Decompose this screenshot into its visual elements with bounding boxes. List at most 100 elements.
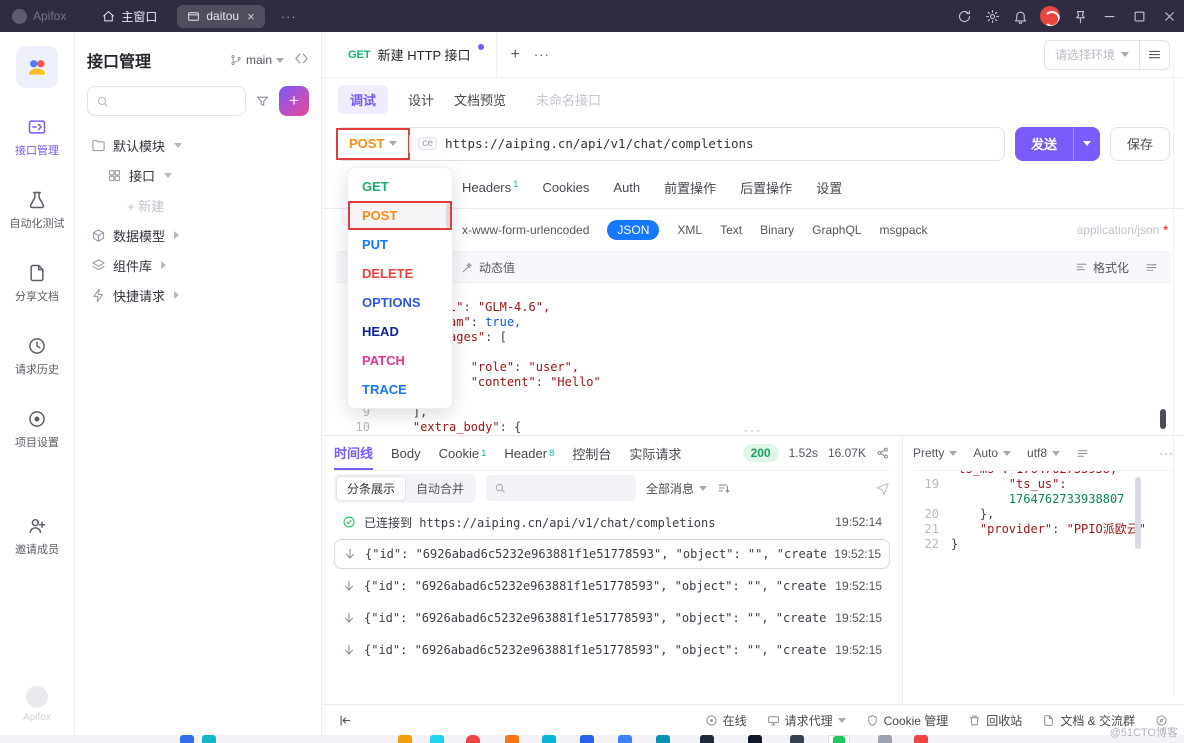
timeline-entry-connected[interactable]: 已连接到 https://aiping.cn/api/v1/chat/compl… <box>334 507 890 537</box>
recycle-bin-button[interactable]: 回收站 <box>968 712 1022 729</box>
message-type-dropdown[interactable]: 全部消息 <box>646 480 707 497</box>
request-body-editor[interactable]: 1{ 2 "model": "GLM-4.6", 3 "stream": tru… <box>336 283 1170 435</box>
collapse-panel-button[interactable] <box>294 51 309 69</box>
taskbar-active-app[interactable] <box>828 735 850 743</box>
url-input[interactable]: https://aiping.cn/api/v1/chat/completion… <box>445 136 754 151</box>
taskbar-app-icon[interactable] <box>580 735 594 743</box>
titlebar-more-button[interactable]: ··· <box>281 9 297 24</box>
doc-tab-new-http-api[interactable]: GET 新建 HTTP 接口 <box>336 32 497 77</box>
pane-resize-handle[interactable]: ··· <box>744 423 762 435</box>
tab-cookie[interactable]: Cookie1 <box>439 436 487 470</box>
tree-item-data-model[interactable]: 数据模型 <box>87 220 309 250</box>
tab-daitou[interactable]: daitou × <box>177 5 264 28</box>
tree-item-api-folder[interactable]: 接口 <box>87 160 309 190</box>
tree-search-box[interactable] <box>87 86 246 116</box>
branch-selector[interactable]: main <box>230 53 284 67</box>
menu-item-delete[interactable]: DELETE <box>348 259 452 288</box>
response-json-viewer[interactable]: "ts_ms": 1764762733938, 19 "ts_us": 1764… <box>913 471 1174 704</box>
body-type-binary[interactable]: Binary <box>760 223 794 237</box>
menu-item-trace[interactable]: TRACE <box>348 375 452 404</box>
send-options-button[interactable] <box>1073 127 1100 161</box>
taskbar-app-icon[interactable] <box>656 735 670 743</box>
sidebar-item-request-history[interactable]: 请求历史 <box>0 327 74 386</box>
sidebar-item-automated-testing[interactable]: 自动化测试 <box>0 181 74 240</box>
tab-debug[interactable]: 调试 <box>338 85 388 114</box>
tab-post-ops[interactable]: 后置操作 <box>740 178 792 197</box>
encoding-dropdown[interactable]: utf8 <box>1027 446 1060 460</box>
share-button[interactable] <box>876 446 890 460</box>
tree-search-input[interactable] <box>115 94 237 108</box>
tab-body[interactable]: Body <box>391 436 421 470</box>
tab-design[interactable]: 设计 <box>408 90 434 109</box>
user-avatar[interactable] <box>1040 6 1060 26</box>
body-type-text[interactable]: Text <box>720 223 742 237</box>
menu-item-post[interactable]: POST <box>348 201 452 230</box>
taskbar-app-icon[interactable] <box>180 735 194 743</box>
maximize-button[interactable] <box>1124 0 1154 32</box>
viewer-scrollbar-thumb[interactable] <box>1135 477 1141 549</box>
taskbar-app-icon[interactable] <box>542 735 556 743</box>
sidebar-item-share-docs[interactable]: 分享文档 <box>0 254 74 313</box>
collapse-sidebar-button[interactable] <box>338 713 353 728</box>
filter-split-button[interactable]: 分条展示 <box>336 476 406 501</box>
format-button[interactable]: 格式化 <box>1075 259 1129 276</box>
tree-item-component-lib[interactable]: 组件库 <box>87 250 309 280</box>
sidebar-item-project-settings[interactable]: 项目设置 <box>0 400 74 459</box>
sidebar-item-api-management[interactable]: 接口管理 <box>0 108 74 167</box>
menu-item-patch[interactable]: PATCH <box>348 346 452 375</box>
tab-actual-request[interactable]: 实际请求 <box>629 436 681 470</box>
taskbar-app-icon[interactable] <box>700 735 714 743</box>
tab-main-window[interactable]: 主窗口 <box>92 4 167 29</box>
refresh-button[interactable] <box>950 2 978 30</box>
menu-item-get[interactable]: GET <box>348 172 452 201</box>
timeline-search-box[interactable] <box>486 475 636 501</box>
taskbar-app-icon[interactable] <box>466 735 480 743</box>
sidebar-item-invite-members[interactable]: 邀请成员 <box>0 507 74 566</box>
taskbar-app-icon[interactable] <box>790 735 804 743</box>
tab-more-button[interactable]: ··· <box>534 47 550 62</box>
tree-item-new[interactable]: + 新建 <box>87 190 309 220</box>
taskbar-app-icon[interactable] <box>748 735 762 743</box>
filter-merge-button[interactable]: 自动合并 <box>406 476 474 501</box>
tab-auth[interactable]: Auth <box>613 180 640 195</box>
body-type-urlencoded[interactable]: x-www-form-urlencoded <box>462 223 589 237</box>
timeline-entry-message[interactable]: {"id": "6926abad6c5232e963881f1e51778593… <box>334 571 890 601</box>
project-avatar[interactable] <box>16 46 58 88</box>
close-tab-icon[interactable]: × <box>247 9 255 24</box>
tab-timeline[interactable]: 时间线 <box>334 436 373 470</box>
tab-headers[interactable]: Headers1 <box>462 179 518 195</box>
taskbar-app-icon[interactable] <box>878 735 892 743</box>
tab-header[interactable]: Header8 <box>504 436 554 470</box>
timeline-search-input[interactable] <box>511 481 628 495</box>
tab-pre-ops[interactable]: 前置操作 <box>664 178 716 197</box>
close-window-button[interactable] <box>1154 0 1184 32</box>
send-button[interactable]: 发送 <box>1015 127 1100 161</box>
new-tab-button[interactable]: + <box>511 46 520 64</box>
editor-scrollbar-thumb[interactable] <box>1160 409 1166 429</box>
environment-selector[interactable]: 请选择环境 <box>1045 46 1139 63</box>
tab-console[interactable]: 控制台 <box>572 436 611 470</box>
viewer-more-button[interactable]: ··· <box>1159 446 1174 460</box>
scroll-to-latest-button[interactable] <box>875 481 890 496</box>
taskbar-app-icon[interactable] <box>505 735 519 743</box>
timeline-entry-message[interactable]: {"id": "6926abad6c5232e963881f1e51778593… <box>334 603 890 633</box>
timeline-entry-message[interactable]: {"id": "6926abad6c5232e963881f1e51778593… <box>334 635 890 665</box>
dynamic-value-button[interactable]: 动态值 <box>461 259 515 276</box>
body-type-graphql[interactable]: GraphQL <box>812 223 861 237</box>
tab-doc-preview[interactable]: 文档预览 <box>454 90 506 109</box>
taskbar-app-icon[interactable] <box>618 735 632 743</box>
environment-menu-button[interactable] <box>1139 41 1169 69</box>
pretty-dropdown[interactable]: Pretty <box>913 446 957 460</box>
sort-button[interactable] <box>717 481 731 495</box>
taskbar-app-icon[interactable] <box>398 735 412 743</box>
menu-item-options[interactable]: OPTIONS <box>348 288 452 317</box>
wrap-button[interactable] <box>1076 447 1089 460</box>
filter-button[interactable] <box>255 94 270 109</box>
auto-dropdown[interactable]: Auto <box>973 446 1011 460</box>
body-type-json-selected[interactable]: JSON <box>607 220 659 240</box>
menu-item-put[interactable]: PUT <box>348 230 452 259</box>
tab-cookies[interactable]: Cookies <box>542 180 589 195</box>
online-status[interactable]: 在线 <box>705 712 747 729</box>
settings-button[interactable] <box>978 2 1006 30</box>
tab-settings[interactable]: 设置 <box>816 178 842 197</box>
